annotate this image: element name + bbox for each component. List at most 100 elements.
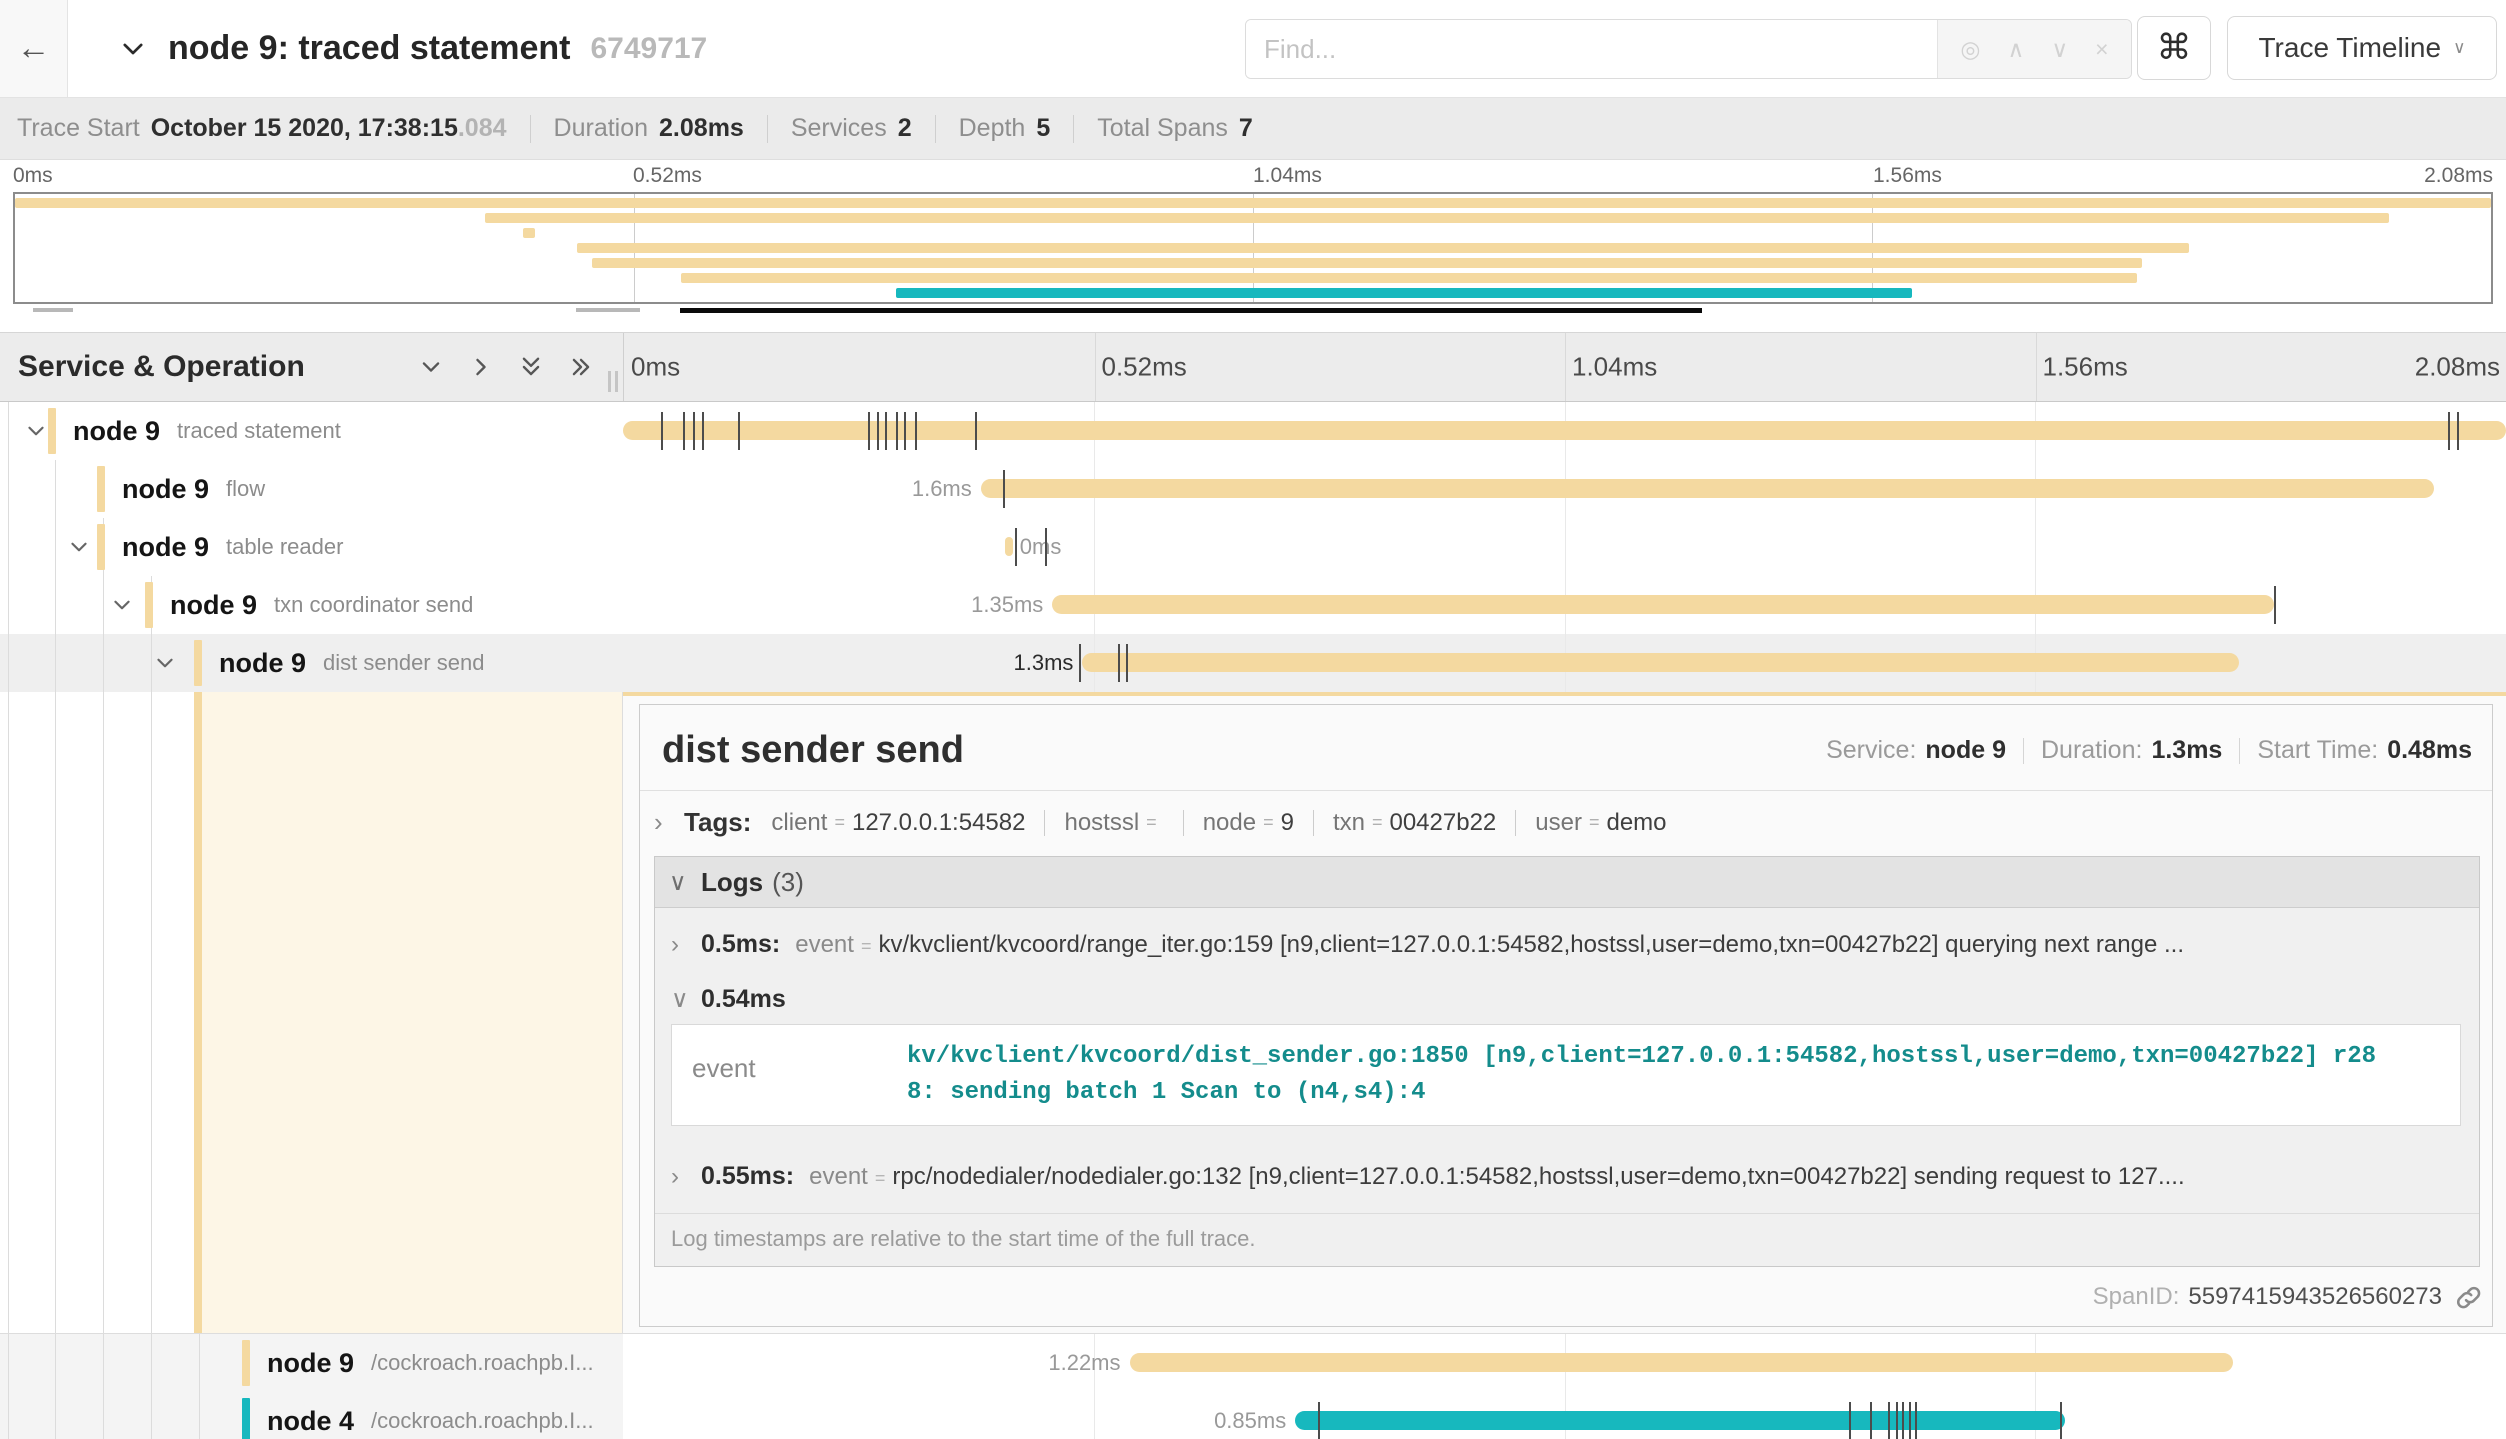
summary-item-label: Total Spans [1097, 114, 1228, 143]
span-duration-bar[interactable] [1052, 595, 2274, 614]
tag-value: 9 [1281, 809, 1294, 837]
tree-guide-line [103, 692, 104, 1333]
span-row[interactable]: node 4/cockroach.roachpb.I...0.85ms [0, 1392, 2506, 1439]
span-duration-bar[interactable] [1082, 653, 2238, 672]
span-log-marker [868, 412, 870, 450]
tag-value: 00427b22 [1389, 809, 1496, 837]
keyboard-shortcuts-button[interactable]: ⌘ [2137, 16, 2211, 80]
tag-key: hostssl [1064, 809, 1139, 837]
summary-item: Trace StartOctober 15 2020, 17:38:15.084 [17, 114, 507, 143]
span-color-stripe [97, 524, 105, 570]
clear-search-icon[interactable]: × [2095, 38, 2108, 61]
span-duration-bar[interactable] [1295, 1411, 2065, 1430]
minimap-span-bar [485, 213, 2389, 223]
span-log-marker [1902, 1402, 1904, 1439]
expand-all-icon[interactable] [568, 354, 594, 380]
minimap-scroll-area [13, 307, 2493, 317]
span-row[interactable]: node 9traced statement [0, 402, 2506, 460]
span-row[interactable]: node 9dist sender send1.3ms [0, 634, 2506, 692]
summary-separator [767, 115, 768, 143]
summary-item-label: Trace Start [17, 114, 140, 143]
tag-key: user [1535, 809, 1582, 837]
log-entry-expanded-header[interactable]: ∨0.54ms [655, 981, 2479, 1024]
summary-item: Depth5 [959, 114, 1051, 143]
detail-meta-label: Service: [1826, 736, 1916, 765]
logs-body: ›0.5ms:event=kv/kvclient/kvcoord/range_i… [655, 908, 2479, 1266]
span-log-marker [896, 412, 898, 450]
span-children-chevron-icon[interactable] [110, 593, 134, 617]
locate-icon[interactable]: ◎ [1960, 38, 1980, 61]
summary-item-value: 2.08ms [659, 114, 744, 143]
span-row[interactable]: node 9txn coordinator send1.35ms [0, 576, 2506, 634]
span-row[interactable]: node 9flow1.6ms [0, 460, 2506, 518]
minimap-canvas[interactable] [13, 192, 2493, 304]
tag-value: demo [1606, 809, 1666, 837]
span-log-marker [1909, 1402, 1911, 1439]
span-name: node 9traced statement [73, 402, 341, 460]
span-row[interactable]: node 9/cockroach.roachpb.I... 1.22ms [0, 1334, 2506, 1392]
span-name-cell[interactable]: node 9dist sender send [0, 634, 623, 692]
span-duration-label: 1.22ms [1048, 1334, 1120, 1392]
tag-key: client [771, 809, 827, 837]
tag-key: txn [1333, 809, 1365, 837]
span-name: node 9dist sender send [219, 634, 484, 692]
span-log-marker [1015, 528, 1017, 566]
log-entry[interactable]: ›0.5ms:event=kv/kvclient/kvcoord/range_i… [655, 908, 2479, 981]
span-children-chevron-icon[interactable] [24, 419, 48, 443]
expand-one-icon[interactable] [468, 354, 494, 380]
minimap-span-bar [15, 198, 2491, 208]
collapse-all-icon[interactable] [518, 354, 544, 380]
log-field-value: kv/kvclient/kvcoord/range_iter.go:159 [n… [878, 931, 2184, 959]
timeline-gridline [2035, 402, 2036, 692]
span-detail-panel: dist sender send Service:node 9Duration:… [623, 692, 2506, 1333]
collapse-one-icon[interactable] [418, 354, 444, 380]
logs-header[interactable]: ∨ Logs (3) [655, 857, 2479, 908]
timeline-gridline [1565, 402, 1566, 692]
span-detail-header[interactable]: dist sender send Service:node 9Duration:… [640, 705, 2492, 791]
minimap-handle[interactable] [33, 308, 73, 312]
minimap-handle[interactable] [576, 308, 640, 312]
span-children-chevron-icon[interactable] [67, 535, 91, 559]
log-entry[interactable]: ›0.55ms:event=rpc/nodedialer/nodedialer.… [655, 1140, 2479, 1213]
span-id-value: 5597415943526560273 [2188, 1283, 2442, 1311]
detail-meta-value: 1.3ms [2151, 736, 2222, 765]
span-duration-bar[interactable] [1005, 537, 1013, 556]
span-operation-name: table reader [226, 534, 343, 560]
span-name: node 4/cockroach.roachpb.I... [267, 1392, 594, 1439]
span-log-marker [975, 412, 977, 450]
timeline-axis: 0ms0.52ms1.04ms1.56ms2.08ms [624, 333, 2506, 401]
prev-result-icon[interactable]: ∧ [2007, 38, 2024, 61]
span-children-chevron-icon[interactable] [153, 651, 177, 675]
next-result-icon[interactable]: ∨ [2051, 38, 2068, 61]
span-name: node 9flow [122, 460, 265, 518]
minimap-scrollbar[interactable] [680, 308, 1702, 313]
span-name-cell[interactable]: node 9flow [0, 460, 623, 518]
span-operation-name: dist sender send [323, 650, 484, 676]
timeline-header: Service & Operation 0ms0.52ms1.04ms1.56m… [0, 332, 2506, 402]
span-name-cell[interactable]: node 4/cockroach.roachpb.I... [0, 1392, 623, 1439]
span-duration-bar[interactable] [981, 479, 2435, 498]
detail-meta-label: Duration: [2041, 736, 2142, 765]
tag-equals: = [1263, 812, 1274, 833]
chevron-right-icon: › [654, 807, 684, 838]
tags-row[interactable]: › Tags: client=127.0.0.1:54582hostssl=no… [640, 791, 2492, 852]
view-selector-button[interactable]: Trace Timeline ∨ [2227, 16, 2497, 80]
chevron-down-icon: ∨ [2453, 38, 2465, 58]
span-name-cell[interactable]: node 9/cockroach.roachpb.I... [0, 1334, 623, 1392]
span-row[interactable]: node 9table reader0ms [0, 518, 2506, 576]
span-id-label: SpanID: [2093, 1283, 2180, 1311]
collapse-trace-chevron-icon[interactable] [118, 34, 148, 64]
link-icon[interactable] [2454, 1283, 2482, 1311]
span-name-cell[interactable]: node 9table reader [0, 518, 623, 576]
span-duration-bar[interactable] [1130, 1353, 2233, 1372]
span-log-marker [683, 412, 685, 450]
trace-summary-bar: Trace StartOctober 15 2020, 17:38:15.084… [0, 98, 2506, 160]
logs-block: ∨ Logs (3) ›0.5ms:event=kv/kvclient/kvco… [654, 856, 2480, 1267]
back-button[interactable]: ← [0, 0, 68, 97]
find-input[interactable] [1246, 20, 1937, 78]
span-name-cell[interactable]: node 9traced statement [0, 402, 623, 460]
span-name-cell[interactable]: node 9txn coordinator send [0, 576, 623, 634]
column-resizer[interactable] [608, 371, 618, 392]
summary-item-label: Duration [554, 114, 649, 143]
view-selector-label: Trace Timeline [2258, 32, 2441, 64]
